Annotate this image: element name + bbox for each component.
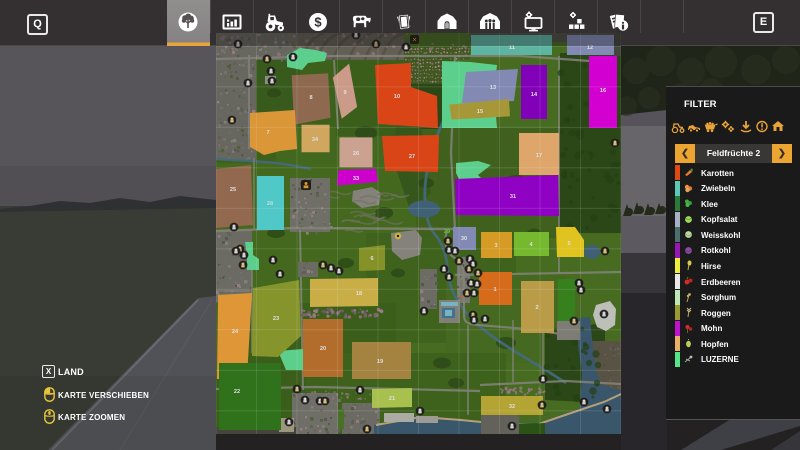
svg-text:$: $ xyxy=(314,15,322,30)
